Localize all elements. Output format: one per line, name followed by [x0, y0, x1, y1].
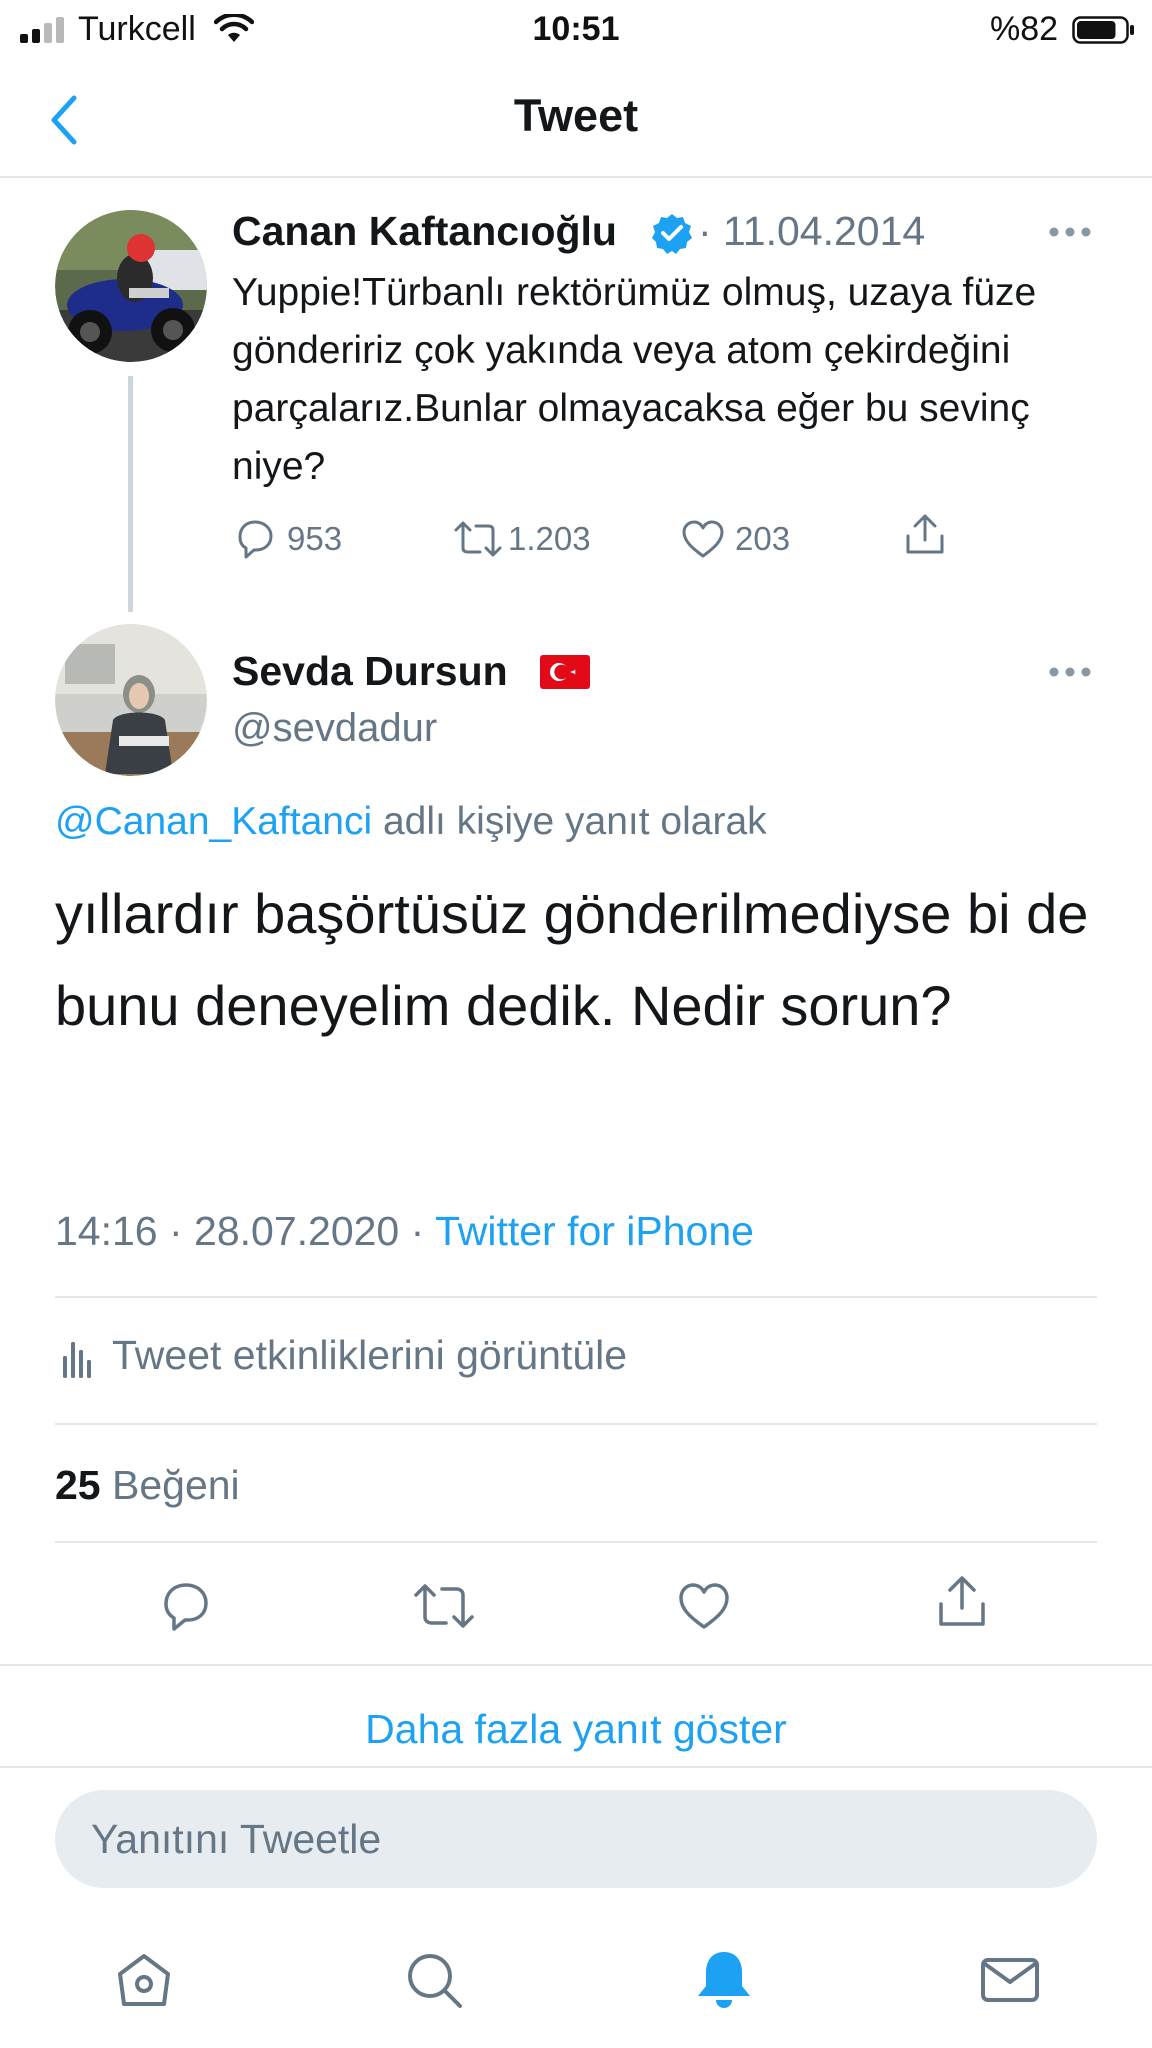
reply-tweet-input[interactable]: Yanıtını Tweetle: [55, 1790, 1097, 1888]
more-options-icon[interactable]: [1048, 666, 1092, 678]
reply-icon[interactable]: [232, 516, 278, 562]
more-options-icon[interactable]: [1048, 226, 1092, 238]
reply-count: 953: [287, 520, 343, 557]
retweet-icon[interactable]: [452, 516, 504, 562]
thread-connector-line: [128, 376, 133, 612]
main-tweet-author-name[interactable]: Sevda Dursun: [232, 648, 508, 695]
notifications-icon[interactable]: [692, 1948, 756, 2012]
retweet-button[interactable]: [412, 1578, 476, 1634]
status-bar: Turkcell 10:51 %82: [0, 0, 1152, 60]
divider: [55, 1541, 1097, 1543]
replying-to-line: @Canan_Kaftanci adlı kişiye yanıt olarak: [55, 800, 767, 844]
search-icon[interactable]: [402, 1948, 466, 2012]
retweet-count: 1.203: [508, 520, 591, 557]
battery-icon: [1072, 16, 1134, 44]
parent-tweet-author-name[interactable]: Canan Kaftancıoğlu: [232, 208, 617, 255]
parent-tweet-avatar[interactable]: [55, 210, 207, 362]
main-tweet-text: yıllardır başörtüsüz gönderilmediyse bi …: [55, 882, 1089, 1037]
likes-label: Beğeni: [100, 1462, 240, 1508]
tweet-source-link[interactable]: Twitter for iPhone: [435, 1208, 754, 1254]
analytics-icon: [63, 1342, 91, 1378]
share-icon[interactable]: [902, 512, 948, 558]
reply-to-mention-link[interactable]: @Canan_Kaftanci: [55, 800, 372, 843]
tweet-timestamp-row: 14:16 · 28.07.2020 · Twitter for iPhone: [55, 1208, 754, 1255]
reply-to-label: adlı kişiye yanıt olarak: [372, 800, 767, 843]
show-more-replies-link[interactable]: Daha fazla yanıt göster: [0, 1706, 1152, 1753]
view-tweet-activity-link[interactable]: Tweet etkinliklerini görüntüle: [112, 1332, 627, 1379]
divider: [0, 1766, 1152, 1768]
divider: [0, 1664, 1152, 1666]
page-title: Tweet: [513, 90, 639, 141]
likes-total: 25: [55, 1462, 101, 1508]
likes-summary[interactable]: 25 Beğeni: [55, 1462, 240, 1509]
main-tweet-avatar[interactable]: [55, 624, 207, 776]
like-count: 203: [735, 520, 791, 557]
reply-button[interactable]: [158, 1578, 214, 1634]
like-icon[interactable]: [680, 516, 726, 562]
like-button[interactable]: [676, 1578, 732, 1634]
header-bar: Tweet: [0, 60, 1152, 178]
verified-badge-icon: [652, 214, 692, 254]
status-time: 10:51: [532, 10, 620, 48]
parent-tweet-date: · 11.04.2014: [698, 208, 926, 254]
messages-icon[interactable]: [978, 1948, 1042, 2012]
battery-percentage: %82: [990, 10, 1059, 48]
parent-tweet-text: Yuppie!Türbanlı rektörümüz olmuş, uzaya …: [232, 271, 1037, 488]
divider: [55, 1296, 1097, 1298]
home-icon[interactable]: [112, 1948, 176, 2012]
divider: [55, 1423, 1097, 1425]
main-tweet-handle[interactable]: @sevdadur: [232, 706, 437, 751]
turkish-flag-icon: [540, 655, 590, 689]
reply-input-placeholder: Yanıtını Tweetle: [91, 1816, 382, 1862]
share-button[interactable]: [934, 1574, 990, 1630]
tweet-timestamp: 14:16 · 28.07.2020 ·: [55, 1208, 435, 1254]
